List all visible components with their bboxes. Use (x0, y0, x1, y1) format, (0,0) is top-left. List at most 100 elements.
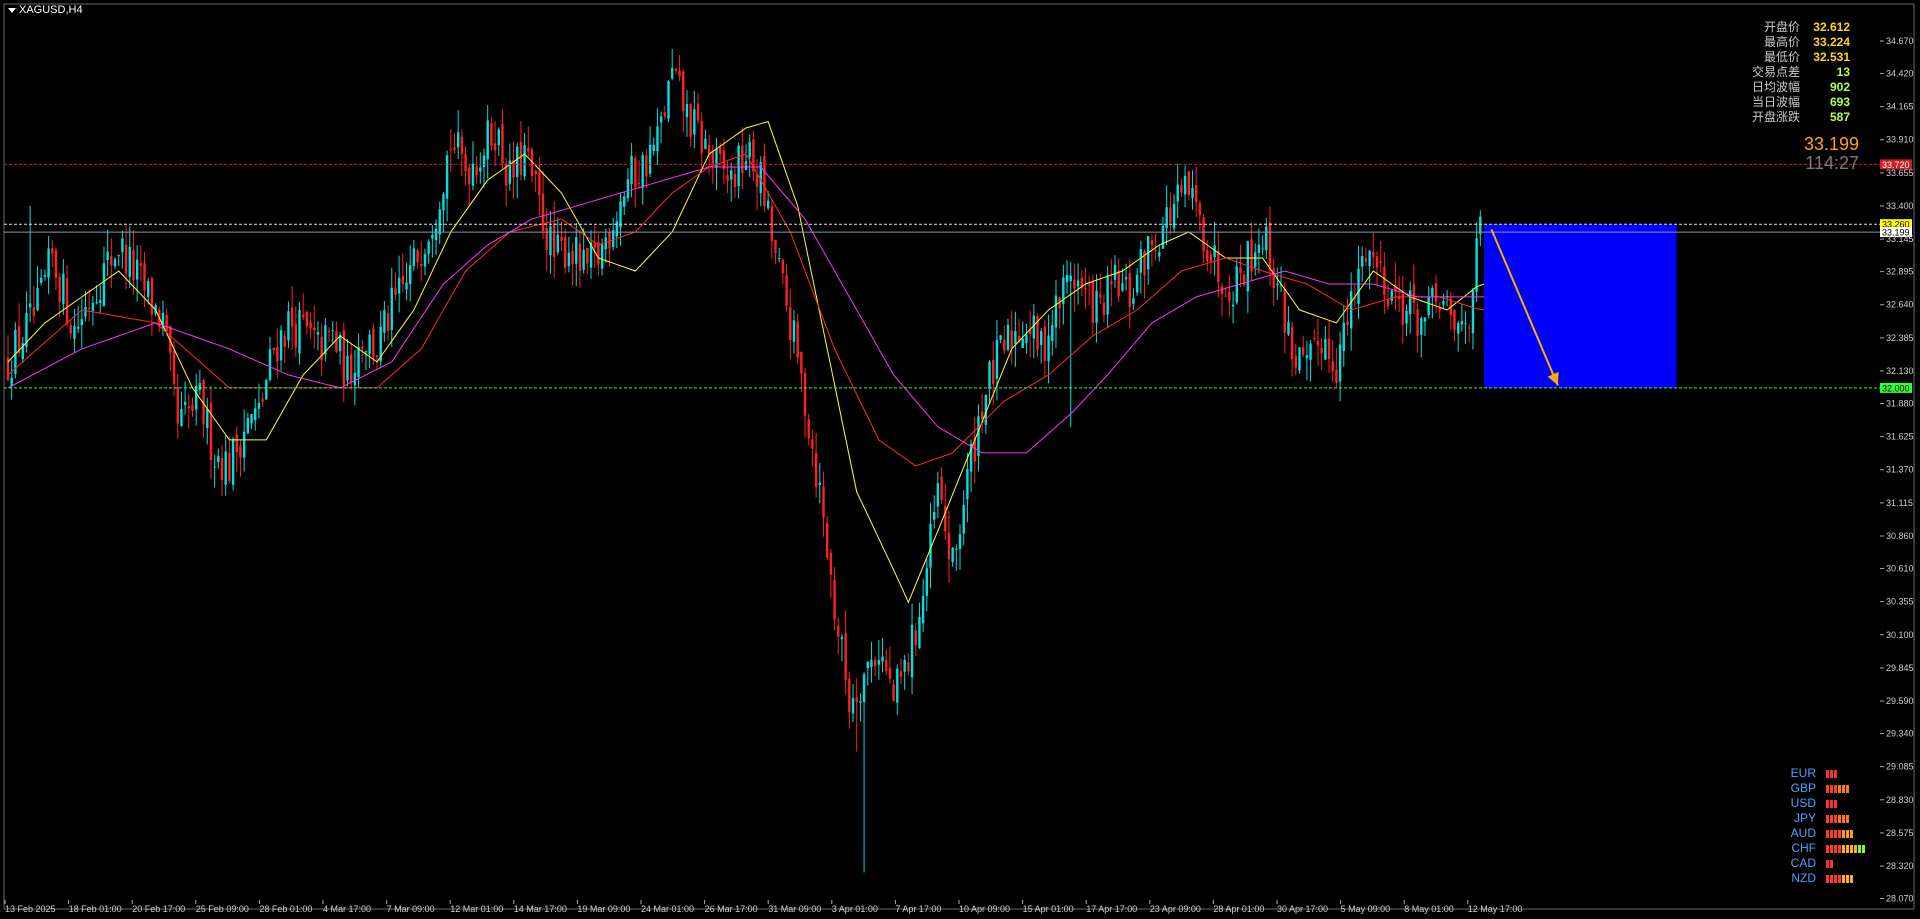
candle-body (718, 146, 722, 155)
x-tick-label: 13 Feb 2025 (5, 904, 56, 914)
candle-body (659, 116, 663, 123)
chart-title[interactable]: XAGUSD,H4 (8, 4, 83, 16)
currency-code: USD (1790, 796, 1816, 810)
stats-value: 32.531 (1813, 50, 1850, 64)
candle-body (1128, 273, 1131, 307)
candle-body (855, 697, 858, 702)
strength-bar (1826, 799, 1829, 808)
candle-body (604, 237, 607, 250)
x-tick-label: 19 Mar 09:00 (577, 904, 630, 914)
candle-body (1265, 226, 1268, 251)
candle-body (1468, 327, 1471, 329)
candle-body (1117, 270, 1120, 297)
candle-body (1434, 283, 1438, 302)
strength-row: USD (1766, 796, 1865, 811)
candle-body (91, 302, 95, 311)
x-tick-label: 8 May 01:00 (1404, 904, 1454, 914)
candle-body (951, 547, 954, 563)
candle-body (1364, 258, 1368, 262)
candle-body (704, 138, 707, 150)
candle-body (932, 512, 936, 520)
candle-body (925, 568, 929, 596)
candle-body (117, 255, 120, 257)
candle-body (1091, 280, 1095, 323)
candle-body (1139, 249, 1143, 273)
candle-body (1320, 348, 1323, 354)
candle-body (268, 349, 272, 380)
stats-label: 交易点差 (1751, 65, 1800, 79)
candle-body (95, 302, 98, 304)
candle-body (397, 278, 401, 294)
candle-body (128, 246, 131, 278)
candle-body (910, 624, 914, 678)
stats-row: 日均波幅 902 (1752, 80, 1850, 95)
candle-body (862, 674, 866, 703)
strength-bar (1842, 829, 1845, 838)
candle-body (1442, 301, 1445, 305)
candle-body (519, 141, 523, 175)
y-tick-label: 29.845 (1886, 663, 1914, 673)
candle-body (1176, 184, 1179, 202)
candle-body (766, 200, 770, 209)
candle-body (1135, 274, 1139, 293)
x-tick-label: 3 Apr 01:00 (832, 904, 878, 914)
candle-body (1158, 252, 1161, 257)
candle-body (313, 327, 316, 331)
candle-body (781, 259, 785, 274)
candle-body (279, 330, 283, 361)
candle-body (394, 287, 397, 295)
x-tick-label: 28 Feb 01:00 (259, 904, 312, 914)
candle-body (1401, 293, 1405, 325)
candle-body (796, 321, 799, 358)
candle-body (888, 667, 892, 679)
candle-body (416, 250, 419, 263)
candle-body (165, 314, 168, 332)
candle-body (545, 227, 548, 250)
candle-body (1169, 207, 1172, 223)
candle-body (1154, 249, 1157, 252)
strength-bar (1850, 829, 1853, 838)
strength-bar (1834, 874, 1837, 883)
strength-bars (1826, 829, 1853, 838)
y-tick-label: 33.910 (1886, 135, 1914, 145)
candle-body (1305, 355, 1309, 358)
candle-body (1161, 225, 1165, 249)
candle-body (1209, 254, 1213, 263)
stats-row: 开盘价 32.612 (1752, 20, 1850, 35)
candle-body (290, 307, 294, 327)
candle-body (792, 320, 796, 342)
candle-body (449, 149, 452, 151)
candle-body (803, 372, 807, 416)
strength-bar (1842, 844, 1845, 853)
strength-bar (1830, 874, 1833, 883)
candle-body (866, 661, 869, 669)
candle-body (936, 483, 940, 507)
candle-body (1047, 335, 1050, 362)
stats-label: 当日波幅 (1751, 95, 1800, 109)
candle-body (357, 346, 360, 378)
candle-body (1456, 323, 1460, 334)
candle-body (1338, 344, 1342, 382)
candle-body (1379, 261, 1382, 263)
strength-bar (1830, 769, 1833, 778)
candle-body (966, 469, 969, 500)
bar-countdown: 114:27 (1805, 153, 1859, 173)
strength-bar (1846, 814, 1849, 823)
candle-body (807, 419, 810, 439)
candle-body (1357, 268, 1360, 304)
candle-body (65, 278, 69, 324)
candle-body (1014, 331, 1017, 345)
candle-body (741, 145, 744, 174)
strength-bars (1826, 874, 1853, 883)
price-chart[interactable]: 33.72033.26033.19932.000 34.67034.42034.… (0, 0, 1920, 919)
candle-body (837, 625, 840, 637)
x-tick-label: 5 May 09:00 (1341, 904, 1391, 914)
x-tick-label: 25 Feb 09:00 (196, 904, 249, 914)
candle-body (224, 451, 227, 485)
dropdown-triangle-icon[interactable] (8, 7, 16, 13)
candle-body (1475, 238, 1478, 292)
candle-body (552, 223, 556, 258)
candle-body (600, 244, 604, 269)
candle-body (1368, 250, 1371, 267)
strength-row: GBP (1766, 781, 1865, 796)
